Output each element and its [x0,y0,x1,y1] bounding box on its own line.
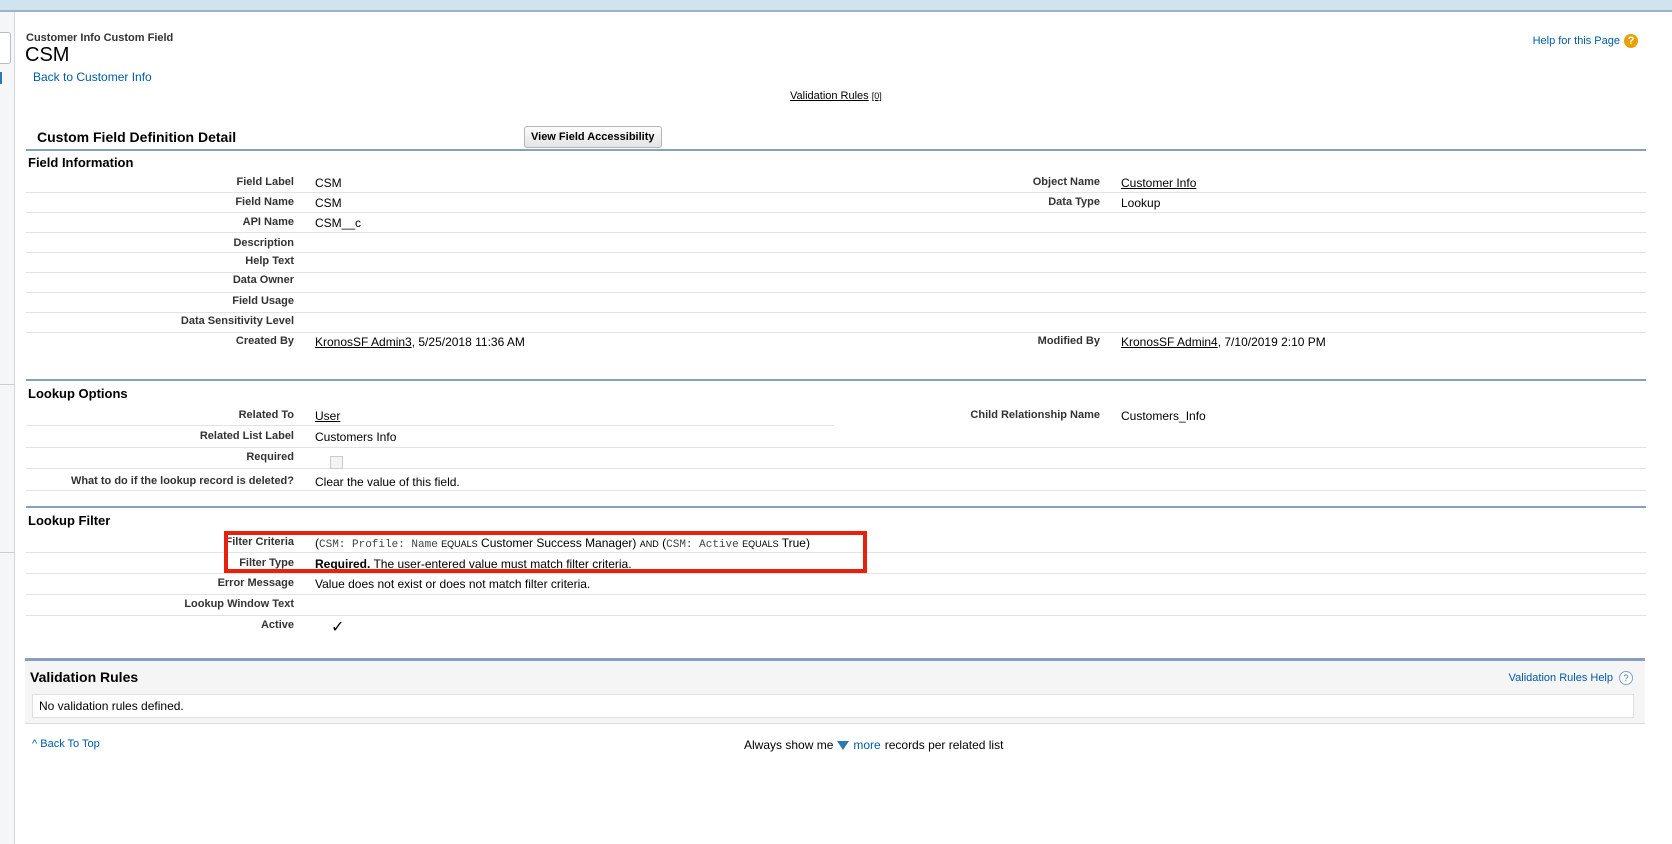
modified-by-date: , 7/10/2019 2:10 PM [1217,335,1326,349]
back-to-customer-info-link[interactable]: Back to Customer Info [33,70,152,84]
left-sidebar-strip [0,12,15,844]
help-text-label: Help Text [245,255,294,267]
data-type-value: Lookup [1121,196,1161,210]
back-to-top-label: Back To Top [40,738,100,750]
field-usage-label: Field Usage [232,295,294,307]
related-to-label: Related To [238,409,294,421]
lookup-deleted-value: Clear the value of this field. [315,475,460,489]
sidebar-indicator [0,72,2,84]
field-row: Field Usage [26,292,1646,313]
field-row: Data Owner [26,272,1646,293]
more-link[interactable]: more [853,738,880,752]
always-show-label: Always show me [744,738,834,752]
field-information-heading: Field Information [28,155,134,170]
data-sensitivity-label: Data Sensitivity Level [180,315,294,327]
section-divider [26,379,1646,381]
page-type-label: Customer Info Custom Field [26,32,174,44]
validation-rules-jump-link[interactable]: Validation Rules [0] [790,90,882,102]
validation-rules-link-label[interactable]: Validation Rules [790,90,869,102]
show-more-records-control: Always show me more records per related … [744,738,1003,752]
related-list-label-label: Related List Label [199,430,294,442]
field-name-value: CSM [315,196,342,210]
lookup-window-text-label: Lookup Window Text [184,598,294,610]
required-label: Required [246,451,294,463]
required-checkbox [330,456,343,469]
active-checkmark-icon: ✓ [331,619,345,636]
created-by-label: Created By [235,335,294,347]
help-icon: ? [1624,34,1638,48]
field-row: Related List Label Customers Info [26,427,1646,448]
sidebar-divider [0,552,14,553]
view-field-accessibility-button[interactable]: View Field Accessibility [524,126,662,148]
back-to-top-link[interactable]: ^ Back To Top [32,738,100,750]
object-name-link[interactable]: Customer Info [1121,176,1196,190]
field-row: Related To User [26,405,834,426]
field-row: Description [26,232,1646,253]
related-list-label-value: Customers Info [315,430,397,444]
highlight-annotation-box [224,531,867,573]
section-divider [26,506,1646,508]
chevron-up-icon: ^ [32,738,38,750]
lookup-filter-heading: Lookup Filter [28,513,111,528]
field-row: Field Name CSM Data Type Lookup [26,192,1646,213]
field-row: Created By KronosSF Admin3, 5/25/2018 11… [26,332,1646,352]
sidebar-divider [0,384,14,385]
lookup-deleted-label: What to do if the lookup record is delet… [70,475,294,487]
page-title: CSM [25,44,70,66]
data-owner-label: Data Owner [232,274,294,286]
top-bar [0,0,1672,12]
created-by-value: KronosSF Admin3, 5/25/2018 11:36 AM [315,335,525,349]
error-message-label: Error Message [217,577,294,589]
child-relationship-label: Child Relationship Name [970,409,1100,421]
validation-rules-help-link[interactable]: Validation Rules Help ? [1509,671,1633,685]
field-row: Help Text [26,252,1646,273]
field-row: What to do if the lookup record is delet… [26,470,1646,491]
validation-rules-body: No validation rules defined. [32,694,1634,718]
lookup-options-heading: Lookup Options [28,386,128,401]
active-label: Active [260,619,294,631]
modified-by-label: Modified By [1037,335,1100,347]
field-label-value: CSM [315,176,342,190]
records-per-list-label: records per related list [884,738,1004,752]
modified-by-value: KronosSF Admin4, 7/10/2019 2:10 PM [1121,335,1326,349]
field-row: Lookup Window Text [26,595,1646,616]
field-row: Error Message Value does not exist or do… [26,574,1646,595]
field-row: Active ✓ [26,616,1646,636]
field-label-label: Field Label [236,176,294,188]
help-for-page-link[interactable]: Help for this Page ? [1533,34,1638,48]
validation-rules-related-list: Validation Rules Validation Rules Help ?… [25,658,1645,724]
question-icon: ? [1619,671,1633,685]
api-name-value: CSM__c [315,216,362,230]
validation-rules-help-label: Validation Rules Help [1508,672,1613,684]
triangle-down-icon[interactable] [837,740,850,750]
no-validation-rules-text: No validation rules defined. [39,699,184,713]
field-row: API Name CSM__c [26,212,1646,233]
created-by-date: , 5/25/2018 11:36 AM [411,335,525,349]
field-row: Required [26,448,1646,469]
detail-section-title: Custom Field Definition Detail [37,129,237,145]
child-relationship-value: Customers_Info [1121,409,1206,423]
field-row: Field Label CSM Object Name Customer Inf… [26,172,1646,193]
field-name-label: Field Name [235,196,294,208]
related-to-link[interactable]: User [315,409,340,423]
field-row: Data Sensitivity Level [26,312,1646,333]
data-type-label: Data Type [1048,196,1100,208]
error-message-value: Value does not exist or does not match f… [315,577,591,591]
sidebar-toggle-tab[interactable] [0,32,11,64]
section-divider [26,149,1646,151]
object-name-label: Object Name [1032,176,1100,188]
help-link-label: Help for this Page [1532,35,1620,47]
modified-by-user-link[interactable]: KronosSF Admin4 [1121,335,1218,349]
validation-rules-title: Validation Rules [30,669,139,685]
api-name-label: API Name [242,216,294,228]
validation-rules-count: [0] [871,91,882,101]
description-label: Description [233,237,294,249]
created-by-user-link[interactable]: KronosSF Admin3 [315,335,412,349]
